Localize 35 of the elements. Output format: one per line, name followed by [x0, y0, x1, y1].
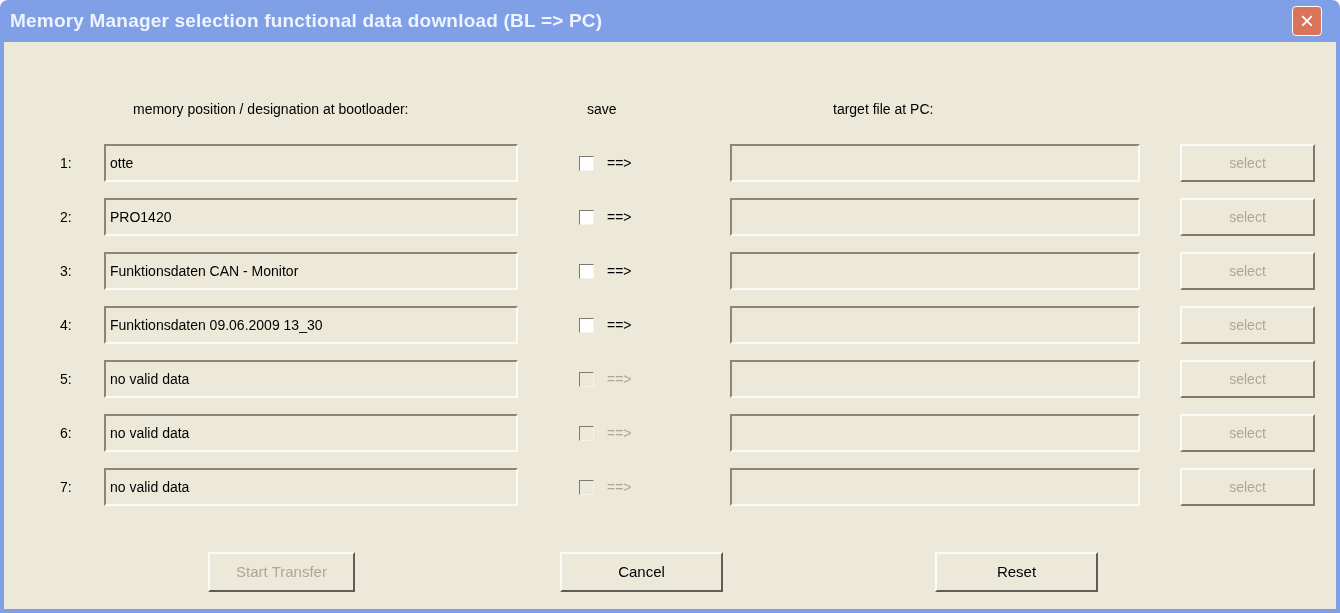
column-header: save	[587, 100, 618, 119]
window-title: Memory Manager selection functional data download (BL => PC)	[10, 8, 603, 33]
dialog-button[interactable]: Cancel	[560, 552, 723, 592]
dialog-button[interactable]: Reset	[935, 552, 1098, 592]
save-checkbox[interactable]	[579, 317, 594, 333]
target-file-field[interactable]	[730, 360, 1140, 398]
arrow-label: ==>	[607, 153, 633, 173]
designation-field[interactable]: Funktionsdaten CAN - Monitor	[104, 252, 518, 290]
arrow-label: ==>	[607, 369, 633, 389]
designation-field[interactable]: PRO1420	[104, 198, 518, 236]
arrow-label: ==>	[607, 261, 633, 281]
column-header: memory position / designation at bootloader:	[133, 100, 410, 119]
column-header: target file at PC:	[833, 100, 934, 119]
designation-field[interactable]: Funktionsdaten 09.06.2009 13_30	[104, 306, 518, 344]
arrow-label: ==>	[607, 423, 633, 443]
arrow-label: ==>	[607, 477, 633, 497]
target-file-field[interactable]	[730, 306, 1140, 344]
target-file-field[interactable]	[730, 414, 1140, 452]
row-number: 4:	[60, 315, 73, 335]
row-number: 5:	[60, 369, 73, 389]
row-number: 2:	[60, 207, 73, 227]
save-checkbox[interactable]	[579, 209, 594, 225]
row-number: 6:	[60, 423, 73, 443]
target-file-field[interactable]	[730, 252, 1140, 290]
save-checkbox[interactable]	[579, 263, 594, 279]
arrow-label: ==>	[607, 207, 633, 227]
row-number: 3:	[60, 261, 73, 281]
save-checkbox[interactable]	[579, 155, 594, 171]
target-file-field[interactable]	[730, 144, 1140, 182]
target-file-field[interactable]	[730, 468, 1140, 506]
arrow-label: ==>	[607, 315, 633, 335]
designation-field[interactable]: otte	[104, 144, 518, 182]
row-number: 7:	[60, 477, 73, 497]
row-number: 1:	[60, 153, 73, 173]
target-file-field[interactable]	[730, 198, 1140, 236]
